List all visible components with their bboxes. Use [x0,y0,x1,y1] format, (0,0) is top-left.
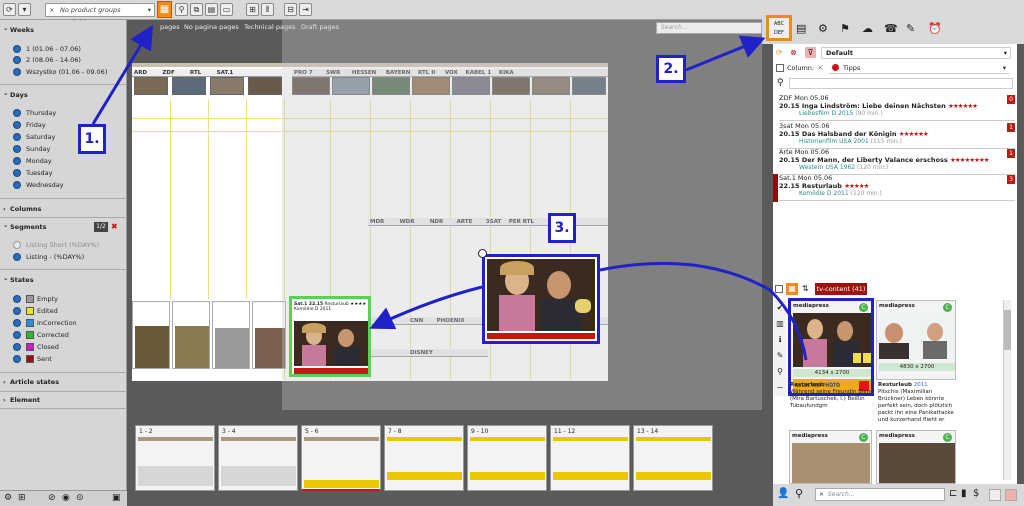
annotation-arrows [91,24,808,361]
callout-3: 3. [548,213,576,243]
callout-2: 2. [656,55,686,83]
callout-1: 1. [78,124,106,154]
